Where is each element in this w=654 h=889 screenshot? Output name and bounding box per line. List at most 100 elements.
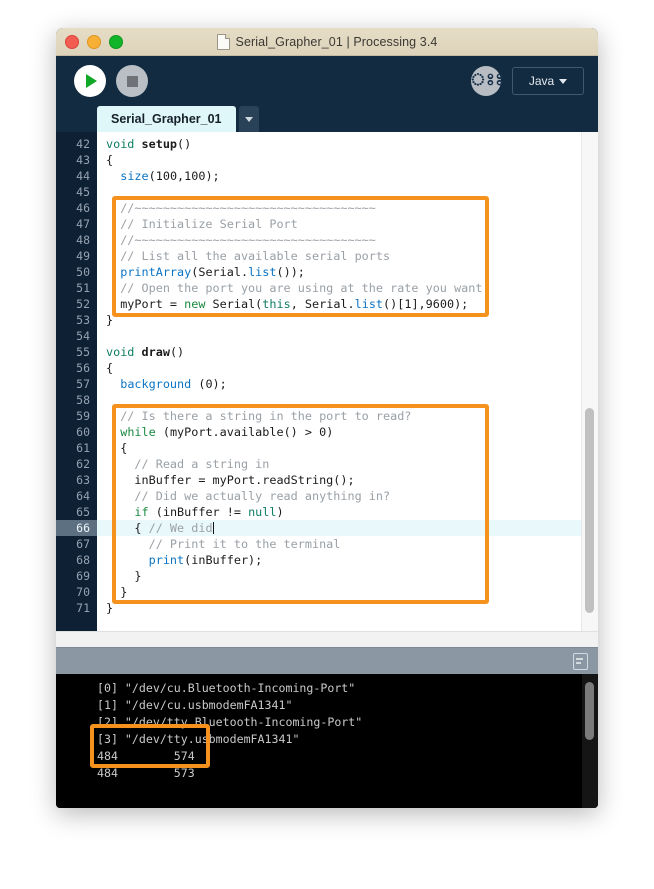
code-token: ()); — [276, 265, 305, 279]
code-token: while — [120, 425, 156, 439]
console-output[interactable]: [0] "/dev/cu.Bluetooth-Incoming-Port" [1]… — [56, 674, 598, 808]
mode-selector[interactable]: Java — [512, 67, 584, 95]
code-token: (100,100); — [148, 169, 220, 183]
minimize-window-button[interactable] — [87, 34, 101, 49]
code-line[interactable]: while (myPort.available() > 0) — [97, 424, 598, 440]
code-line[interactable]: // Read a string in — [97, 456, 598, 472]
line-number: 60 — [76, 425, 90, 439]
line-number: 46 — [76, 201, 90, 215]
code-line[interactable]: // Initialize Serial Port — [97, 216, 598, 232]
code-token: // Open the port you are using at the ra… — [106, 281, 483, 295]
code-token: draw — [141, 345, 170, 359]
code-line[interactable]: void draw() — [97, 344, 598, 360]
code-token: } — [106, 585, 128, 599]
editor-horizontal-scrollbar[interactable] — [56, 631, 598, 647]
console-scrollbar-thumb[interactable] — [585, 682, 594, 740]
line-number: 57 — [76, 377, 90, 391]
code-token: size — [120, 169, 149, 183]
line-number: 51 — [76, 281, 90, 295]
stop-icon — [126, 75, 138, 87]
code-token: (myPort. — [155, 425, 220, 439]
code-line[interactable]: void setup() — [97, 136, 598, 152]
text-caret — [212, 522, 214, 534]
code-token: (inBuffer); — [184, 553, 263, 567]
line-number: 65 — [76, 505, 90, 519]
code-line[interactable]: // Print it to the terminal — [97, 536, 598, 552]
code-line[interactable]: } — [97, 600, 598, 616]
code-token: ()[1],9600); — [383, 297, 469, 311]
ide-toolbar: ঃঃ Java — [56, 56, 598, 106]
line-number: 63 — [76, 473, 90, 487]
code-token: () — [169, 345, 185, 359]
line-number: 54 — [76, 329, 90, 343]
code-line[interactable] — [97, 328, 598, 344]
code-token: // Print it to the terminal — [106, 537, 341, 551]
code-line[interactable]: } — [97, 584, 598, 600]
code-line[interactable]: // Did we actually read anything in? — [97, 488, 598, 504]
code-line[interactable]: { // We did — [97, 520, 598, 536]
code-line[interactable]: // Open the port you are using at the ra… — [97, 280, 598, 296]
code-text-area[interactable]: void setup(){ size(100,100); //~~~~~~~~~… — [97, 132, 598, 631]
code-line[interactable] — [97, 392, 598, 408]
code-line[interactable] — [97, 184, 598, 200]
code-line[interactable]: background (0); — [97, 376, 598, 392]
code-line[interactable]: } — [97, 312, 598, 328]
code-token: (Serial. — [191, 265, 249, 279]
sketch-tab-serial-grapher-01[interactable]: Serial_Grapher_01 — [97, 106, 236, 132]
editor-scrollbar-thumb[interactable] — [585, 408, 594, 613]
line-number: 70 — [76, 585, 90, 599]
code-line[interactable]: // List all the available serial ports — [97, 248, 598, 264]
code-line[interactable]: printArray(Serial.list()); — [97, 264, 598, 280]
code-line[interactable]: if (inBuffer != null) — [97, 504, 598, 520]
code-line[interactable]: //~~~~~~~~~~~~~~~~~~~~~~~~~~~~~~~~~~ — [97, 200, 598, 216]
console-line: 484 573 — [97, 766, 195, 780]
code-token: // We did — [148, 521, 213, 535]
line-number: 48 — [76, 233, 90, 247]
toolbar-right-group: ঃঃ Java — [470, 66, 584, 96]
code-token: , Serial. — [290, 297, 355, 311]
copy-to-clipboard-icon[interactable] — [573, 653, 588, 670]
zoom-window-button[interactable] — [109, 34, 123, 49]
line-number: 49 — [76, 249, 90, 263]
code-line[interactable]: size(100,100); — [97, 168, 598, 184]
line-number: 58 — [76, 393, 90, 407]
code-token: myPort = — [106, 297, 185, 311]
code-token: ) — [276, 505, 284, 519]
code-line[interactable]: myPort = new Serial(this, Serial.list()[… — [97, 296, 598, 312]
chevron-down-icon — [559, 78, 568, 84]
code-line[interactable]: // Is there a string in the port to read… — [97, 408, 598, 424]
console-line: [0] "/dev/cu.Bluetooth-Incoming-Port" — [97, 681, 356, 695]
console-line: [1] "/dev/cu.usbmodemFA1341" — [97, 698, 293, 712]
stop-button[interactable] — [116, 65, 148, 97]
code-token: void — [106, 345, 142, 359]
code-line[interactable]: //~~~~~~~~~~~~~~~~~~~~~~~~~~~~~~~~~~ — [97, 232, 598, 248]
code-token: print — [148, 553, 185, 567]
code-token: printArray — [120, 265, 192, 279]
code-token: { — [106, 361, 114, 375]
console-line: 484 574 — [97, 749, 195, 763]
code-line[interactable]: { — [97, 152, 598, 168]
editor-vertical-scrollbar[interactable] — [581, 132, 598, 631]
code-line[interactable]: } — [97, 568, 598, 584]
code-line[interactable]: inBuffer = myPort.readString(); — [97, 472, 598, 488]
code-line[interactable]: print(inBuffer); — [97, 552, 598, 568]
close-window-button[interactable] — [65, 34, 79, 49]
code-token: { — [106, 153, 114, 167]
code-token: } — [106, 313, 114, 327]
code-token: list — [354, 297, 384, 311]
run-button[interactable] — [74, 65, 106, 97]
code-token: if — [134, 505, 149, 519]
sketch-tab-menu-button[interactable] — [238, 106, 259, 132]
code-token: (0); — [191, 377, 227, 391]
window-titlebar[interactable]: Serial_Grapher_01 | Processing 3.4 — [56, 28, 598, 56]
code-token: // Is there a string in the port to read… — [106, 409, 412, 423]
code-token: available — [219, 425, 284, 439]
console-divider-bar[interactable] — [56, 647, 598, 674]
code-line[interactable]: { — [97, 440, 598, 456]
code-line[interactable]: { — [97, 360, 598, 376]
line-number: 68 — [76, 553, 90, 567]
console-scrollbar[interactable] — [582, 674, 598, 808]
